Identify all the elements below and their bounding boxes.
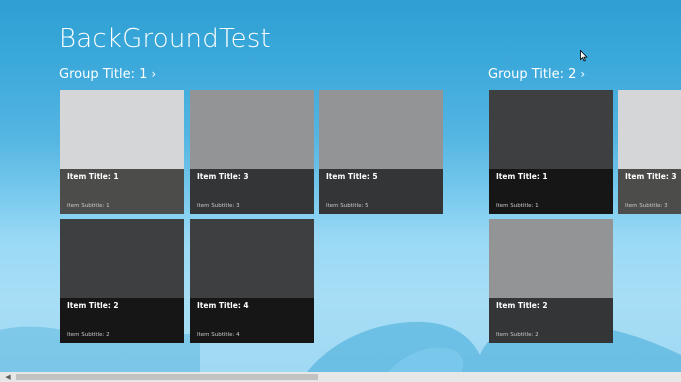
item-subtitle: Item Subtitle: 5 <box>326 203 369 209</box>
item-tile[interactable]: Item Title: 2 Item Subtitle: 2 <box>60 219 184 343</box>
item-image <box>618 90 681 169</box>
group-header-1[interactable]: Group Title: 1 › <box>59 67 156 82</box>
group-header-label: Group Title: 2 <box>488 67 577 82</box>
item-title: Item Title: 2 <box>496 301 548 310</box>
group-header-2[interactable]: Group Title: 2 › <box>488 67 585 82</box>
item-image <box>60 90 184 169</box>
item-subtitle: Item Subtitle: 3 <box>625 203 668 209</box>
item-subtitle: Item Subtitle: 3 <box>197 203 240 209</box>
chevron-right-icon: › <box>580 67 586 81</box>
item-image <box>190 90 314 169</box>
item-title: Item Title: 3 <box>625 172 677 181</box>
item-title: Item Title: 5 <box>326 172 378 181</box>
item-subtitle: Item Subtitle: 1 <box>496 203 539 209</box>
item-tile[interactable]: Item Title: 4 Item Subtitle: 4 <box>190 219 314 343</box>
chevron-right-icon: › <box>151 67 157 81</box>
item-subtitle: Item Subtitle: 4 <box>197 332 240 338</box>
item-image <box>60 219 184 298</box>
item-subtitle: Item Subtitle: 2 <box>496 332 539 338</box>
item-tile[interactable]: Item Title: 1 Item Subtitle: 1 <box>489 90 613 214</box>
scroll-left-arrow-icon[interactable]: ◀ <box>2 372 14 382</box>
item-tile[interactable]: Item Title: 3 Item Subtitle: 3 <box>618 90 681 214</box>
mouse-pointer-icon <box>580 50 588 62</box>
scrollbar-thumb[interactable] <box>16 374 318 380</box>
item-tile[interactable]: Item Title: 2 Item Subtitle: 2 <box>489 219 613 343</box>
item-image <box>489 219 613 298</box>
item-title: Item Title: 3 <box>197 172 249 181</box>
item-subtitle: Item Subtitle: 1 <box>67 203 110 209</box>
item-tile[interactable]: Item Title: 1 Item Subtitle: 1 <box>60 90 184 214</box>
item-subtitle: Item Subtitle: 2 <box>67 332 110 338</box>
item-title: Item Title: 2 <box>67 301 119 310</box>
group-header-label: Group Title: 1 <box>59 67 148 82</box>
item-image <box>319 90 443 169</box>
app-title: BackGroundTest <box>59 24 271 54</box>
item-title: Item Title: 1 <box>496 172 548 181</box>
item-title: Item Title: 1 <box>67 172 119 181</box>
item-title: Item Title: 4 <box>197 301 249 310</box>
item-image <box>489 90 613 169</box>
item-tile[interactable]: Item Title: 3 Item Subtitle: 3 <box>190 90 314 214</box>
item-image <box>190 219 314 298</box>
item-tile[interactable]: Item Title: 5 Item Subtitle: 5 <box>319 90 443 214</box>
